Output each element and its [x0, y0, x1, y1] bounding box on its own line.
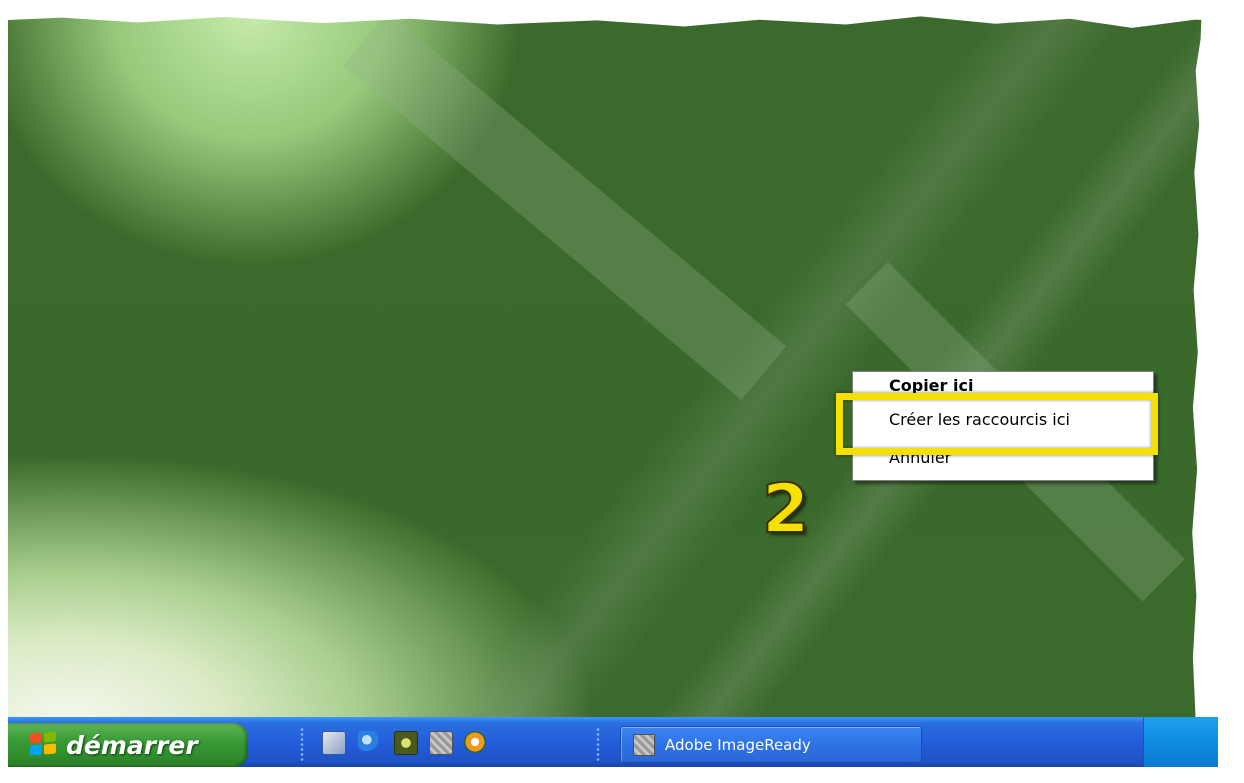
desktop-wallpaper[interactable]	[8, 12, 1218, 718]
wallpaper-beam	[343, 12, 787, 400]
system-tray	[1143, 717, 1218, 767]
imageready-icon	[633, 733, 655, 756]
start-button[interactable]: démarrer	[8, 723, 248, 767]
taskbar: démarrer Adobe ImageReady	[8, 717, 1218, 767]
outlook-express-icon[interactable]	[322, 731, 346, 755]
internet-explorer-icon[interactable]	[358, 731, 380, 753]
media-player-icon[interactable]	[464, 731, 486, 753]
media-center-icon[interactable]	[394, 731, 418, 755]
windows-logo-icon	[30, 731, 58, 757]
task-button-imageready[interactable]: Adobe ImageReady	[620, 726, 922, 763]
highlight-box	[836, 393, 1158, 455]
task-button-label: Adobe ImageReady	[665, 735, 811, 754]
step-number: 2	[761, 470, 810, 549]
task-area-grip[interactable]	[596, 727, 600, 761]
start-label: démarrer	[66, 730, 198, 760]
imageready-icon[interactable]	[429, 731, 453, 755]
quick-launch-grip[interactable]	[300, 727, 304, 761]
